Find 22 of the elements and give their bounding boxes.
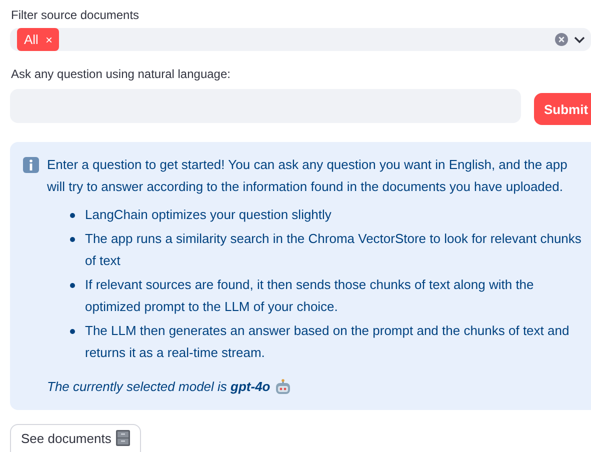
- info-text: Enter a question to get started! You can ask any question you want in English, and the app will try to answer according to the information found in the documents you have uploaded.: [47, 156, 568, 196]
- field-label: Ask any question using natural language:: [11, 67, 232, 81]
- field-label: Filter source documents: [11, 8, 140, 22]
- bullet-icon: [70, 213, 75, 218]
- info-icon: [23, 157, 39, 173]
- see-documents-button[interactable]: See documents: [10, 424, 142, 452]
- multiselect-field[interactable]: All ×: [10, 28, 591, 51]
- step-text: LangChain optimizes your question slightly: [85, 206, 332, 224]
- model-text: The currently selected model is gpt-4o: [47, 378, 270, 396]
- bullet-icon: [70, 237, 75, 242]
- step-text: If relevant sources are found, it then sends those chunks of text along with the optimized prompt to the LLM of your choice.: [85, 276, 535, 316]
- file-cabinet-icon: [116, 430, 130, 446]
- remove-tag-button[interactable]: ×: [45, 32, 52, 46]
- bullet-icon: [70, 283, 75, 288]
- chevron-down-icon[interactable]: [574, 36, 585, 44]
- tag-label: All: [24, 32, 38, 47]
- step-text: The LLM then generates an answer based on the prompt and the chunks of text and returns it as a real-time stream.: [85, 322, 570, 362]
- step-text: The app runs a similarity search in the Chroma VectorStore to look for relevant chunks of text: [85, 230, 582, 270]
- bullet-icon: [70, 329, 75, 334]
- robot-icon: [275, 379, 292, 395]
- clear-icon[interactable]: [555, 33, 568, 46]
- submit-button[interactable]: Submit: [534, 93, 591, 125]
